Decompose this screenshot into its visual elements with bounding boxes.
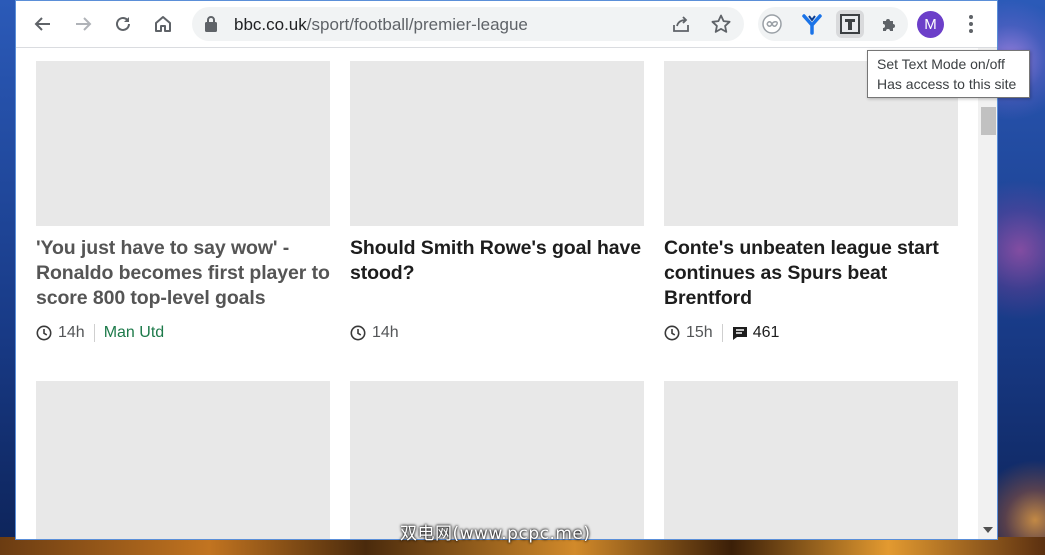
infinity-extension-icon bbox=[762, 14, 782, 34]
address-bar[interactable]: bbc.co.uk/sport/football/premier-league bbox=[192, 7, 744, 41]
url-domain: bbc.co.uk bbox=[234, 15, 307, 34]
article-thumbnail[interactable] bbox=[350, 381, 644, 539]
scroll-down-arrow[interactable] bbox=[983, 527, 993, 533]
clock-icon bbox=[350, 325, 366, 341]
article-time: 14h bbox=[372, 324, 399, 341]
page-content: 'You just have to say wow' - Ronaldo bec… bbox=[16, 48, 978, 539]
extensions-group bbox=[758, 7, 908, 41]
back-icon bbox=[34, 17, 50, 31]
tooltip-line-2: Has access to this site bbox=[877, 76, 1017, 92]
forward-icon bbox=[76, 17, 92, 31]
article-meta: 15h 461 bbox=[664, 323, 958, 343]
puzzle-icon bbox=[883, 19, 895, 31]
home-button[interactable] bbox=[149, 10, 177, 38]
y-extension-icon bbox=[802, 14, 822, 35]
tooltip-line-1: Set Text Mode on/off bbox=[877, 56, 1005, 72]
article-card[interactable]: Conte's unbeaten league start continues … bbox=[664, 61, 958, 343]
extension-tooltip: Set Text Mode on/off Has access to this … bbox=[867, 50, 1030, 98]
article-thumbnail[interactable] bbox=[36, 381, 330, 539]
article-thumbnail[interactable] bbox=[350, 61, 644, 226]
url-path: /sport/football/premier-league bbox=[306, 15, 528, 34]
reload-button[interactable] bbox=[109, 10, 137, 38]
browser-toolbar: bbc.co.uk/sport/football/premier-league … bbox=[16, 1, 997, 48]
meta-divider bbox=[721, 324, 723, 342]
text-mode-extension-icon bbox=[840, 14, 860, 34]
text-mode-extension-button[interactable] bbox=[836, 10, 864, 38]
scrollbar-thumb[interactable] bbox=[981, 107, 996, 135]
article-headline[interactable]: Conte's unbeaten league start continues … bbox=[664, 236, 958, 311]
lock-icon[interactable] bbox=[204, 15, 218, 33]
extensions-button[interactable] bbox=[876, 10, 904, 38]
article-time: 14h bbox=[58, 324, 85, 341]
article-headline[interactable]: Should Smith Rowe's goal have stood? bbox=[350, 236, 644, 286]
article-card[interactable] bbox=[664, 381, 958, 539]
page-scrollbar[interactable] bbox=[978, 48, 997, 539]
article-thumbnail[interactable] bbox=[36, 61, 330, 226]
watermark-text: 双电网(www.pcpc.me) bbox=[400, 524, 591, 544]
star-icon[interactable] bbox=[710, 13, 732, 35]
article-meta: 14h bbox=[350, 323, 644, 343]
article-card[interactable]: Should Smith Rowe's goal have stood? 14h bbox=[350, 61, 644, 343]
browser-window: bbc.co.uk/sport/football/premier-league … bbox=[15, 0, 998, 540]
home-icon bbox=[155, 16, 171, 32]
article-meta: 14h Man Utd bbox=[36, 323, 330, 343]
article-card[interactable]: 'You just have to say wow' - Ronaldo bec… bbox=[36, 61, 330, 343]
article-headline[interactable]: 'You just have to say wow' - Ronaldo bec… bbox=[36, 236, 330, 311]
article-card[interactable] bbox=[350, 381, 644, 539]
share-icon[interactable] bbox=[670, 13, 692, 35]
forward-button[interactable] bbox=[69, 10, 97, 38]
profile-avatar[interactable]: M bbox=[917, 11, 944, 38]
more-vert-icon bbox=[969, 15, 973, 33]
clock-icon bbox=[36, 325, 52, 341]
article-card[interactable] bbox=[36, 381, 330, 539]
infinity-extension-button[interactable] bbox=[758, 10, 786, 38]
clock-icon bbox=[664, 325, 680, 341]
browser-menu-button[interactable] bbox=[964, 13, 978, 40]
article-tag[interactable]: Man Utd bbox=[104, 324, 164, 342]
comment-count[interactable]: 461 bbox=[753, 324, 780, 342]
y-extension-button[interactable] bbox=[798, 10, 826, 38]
reload-icon bbox=[116, 16, 130, 31]
url-text[interactable]: bbc.co.uk/sport/football/premier-league bbox=[234, 15, 528, 35]
comment-icon[interactable] bbox=[732, 325, 748, 341]
back-button[interactable] bbox=[29, 10, 57, 38]
article-time: 15h bbox=[686, 324, 713, 341]
meta-divider bbox=[93, 324, 95, 342]
article-thumbnail[interactable] bbox=[664, 381, 958, 539]
